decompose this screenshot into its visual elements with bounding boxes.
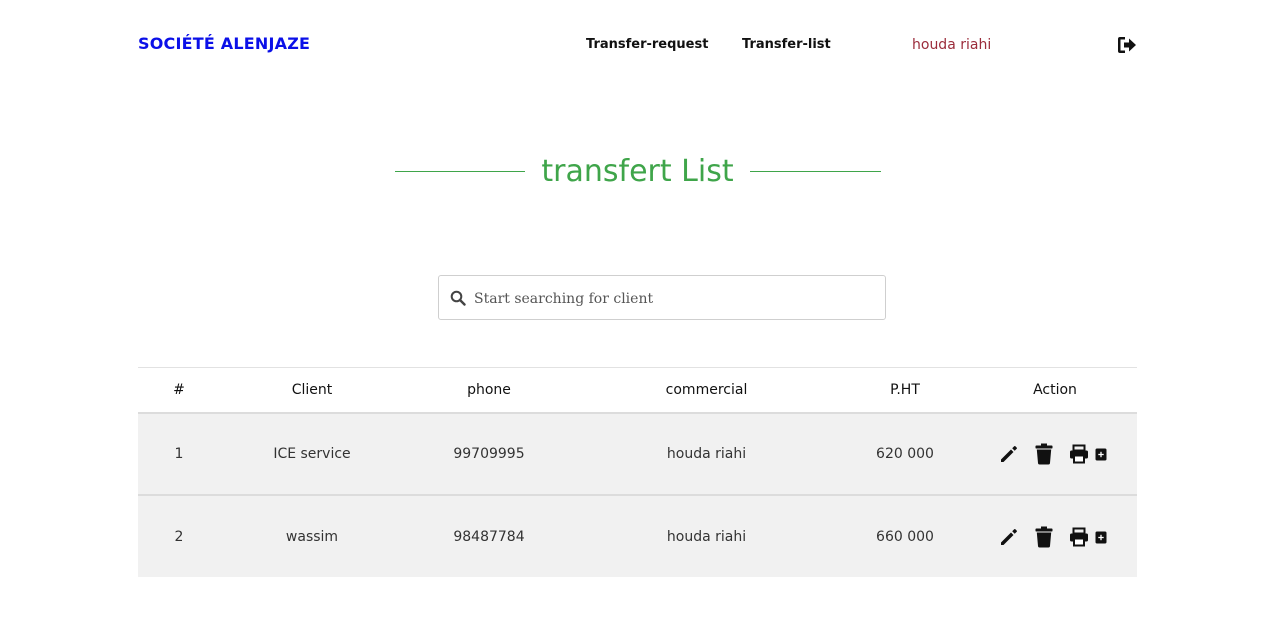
row-actions <box>971 496 1139 577</box>
user-name: houda riahi <box>912 37 992 53</box>
page-title-block: transfert List <box>395 152 881 196</box>
page-title: transfert List <box>541 154 734 189</box>
transfer-table: # Client phone commercial P.HT Action 1 … <box>138 367 1137 577</box>
row-number: 2 <box>174 528 184 545</box>
row-client: ICE service <box>273 446 351 462</box>
row-phone: 98487784 <box>453 528 525 545</box>
title-divider-right <box>750 171 881 172</box>
nav-link-transfer-request[interactable]: Transfer-request <box>586 37 708 52</box>
navbar: SOCIÉTÉ ALENJAZE Transfer-request Transf… <box>0 0 1280 90</box>
nav-link-transfer-list[interactable]: Transfer-list <box>742 37 831 52</box>
printer-icon[interactable] <box>1069 444 1089 464</box>
column-header-pht: P.HT <box>890 382 920 398</box>
row-commercial: houda riahi <box>666 528 747 545</box>
table-row: 1 ICE service 99709995 houda riahi 620 0… <box>138 414 1137 496</box>
printer-icon[interactable] <box>1069 527 1089 547</box>
search-input[interactable] <box>472 284 876 314</box>
pencil-icon[interactable] <box>999 444 1019 464</box>
row-commercial: houda riahi <box>666 446 747 462</box>
sign-out-icon[interactable] <box>1116 35 1138 55</box>
table-row: 2 wassim 98487784 houda riahi 660 000 <box>138 496 1137 577</box>
column-header-client: Client <box>291 382 333 398</box>
row-phone: 99709995 <box>453 446 525 462</box>
search-box <box>438 275 886 320</box>
column-header-action: Action <box>1033 382 1077 398</box>
row-pht: 660 000 <box>876 528 934 545</box>
brand-logo[interactable]: SOCIÉTÉ ALENJAZE <box>138 34 310 53</box>
plus-square-icon[interactable] <box>1095 447 1107 461</box>
row-number: 1 <box>174 446 184 462</box>
table-header: # Client phone commercial P.HT Action <box>138 367 1137 414</box>
search-icon <box>450 290 466 306</box>
title-divider-left <box>395 171 525 172</box>
pencil-icon[interactable] <box>999 527 1019 547</box>
row-actions <box>971 414 1139 494</box>
row-pht: 620 000 <box>876 446 934 462</box>
row-client: wassim <box>285 528 339 545</box>
column-header-phone: phone <box>467 382 511 398</box>
column-header-commercial: commercial <box>665 382 748 398</box>
trash-icon[interactable] <box>1035 526 1053 548</box>
trash-icon[interactable] <box>1035 443 1053 465</box>
plus-square-icon[interactable] <box>1095 530 1107 544</box>
column-header-number: # <box>173 382 185 398</box>
